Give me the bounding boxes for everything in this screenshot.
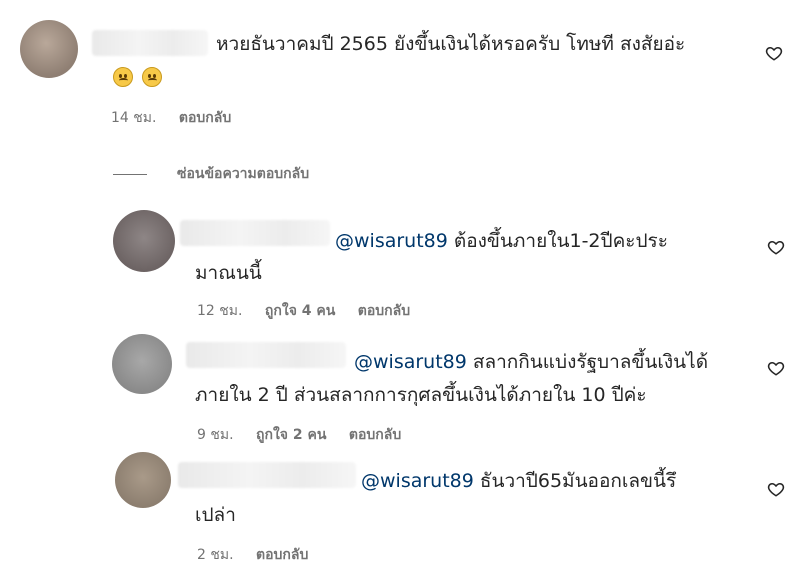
comment-meta: 12 ชม. ถูกใจ 4 คน ตอบกลับ — [197, 300, 428, 322]
username-blurred[interactable] — [180, 220, 330, 246]
username-blurred[interactable] — [186, 342, 346, 368]
reply-button[interactable]: ตอบกลับ — [179, 110, 231, 126]
comment-meta: 2 ชม. ตอบกลับ — [197, 544, 326, 566]
avatar[interactable] — [112, 334, 172, 394]
mention-link[interactable]: @wisarut89 — [335, 230, 448, 252]
likes-count-button[interactable]: ถูกใจ 4 คน — [265, 303, 335, 319]
avatar[interactable] — [115, 452, 171, 508]
comment-meta: 14 ชม. ตอบกลับ — [111, 107, 249, 129]
heart-outline-icon[interactable] — [765, 44, 783, 62]
timestamp: 12 ชม. — [197, 303, 243, 319]
reply-button[interactable]: ตอบกลับ — [256, 547, 308, 563]
comment-text: @wisarut89 สลากกินแบ่งรัฐบาลขึ้นเงินได้ — [354, 345, 754, 379]
mention-link[interactable]: @wisarut89 — [361, 470, 474, 492]
hide-replies-divider — [113, 174, 147, 175]
timestamp: 14 ชม. — [111, 110, 157, 126]
comment-text: @wisarut89 ธันวาปี65มันออกเลขนี้รึ — [361, 464, 761, 498]
reply-button[interactable]: ตอบกลับ — [358, 303, 410, 319]
comment-text-cont: ภายใน 2 ปี ส่วนสลากการกุศลขึ้นเงินได้ภาย… — [195, 378, 647, 412]
heart-outline-icon[interactable] — [767, 238, 785, 256]
comment-body: สลากกินแบ่งรัฐบาลขึ้นเงินได้ — [466, 351, 709, 373]
avatar[interactable] — [20, 20, 78, 78]
comment-body: หวยธันวาคมปี 2565 ยังขึ้นเงินได้หรอครับ … — [216, 33, 686, 55]
hide-replies-button[interactable]: ซ่อนข้อความตอบกลับ — [177, 163, 309, 185]
username-blurred[interactable] — [92, 30, 208, 56]
avatar[interactable] — [113, 210, 175, 272]
reply-button[interactable]: ตอบกลับ — [349, 427, 401, 443]
comment-text: @wisarut89 ต้องขึ้นภายใน1-2ปีคะประ — [335, 224, 755, 258]
comment-body: เปล่า — [195, 504, 236, 526]
worried-face-emoji — [113, 66, 133, 87]
comment-text-cont: เปล่า — [195, 498, 236, 532]
heart-outline-icon[interactable] — [767, 480, 785, 498]
timestamp: 2 ชม. — [197, 547, 234, 563]
comment-body: ภายใน 2 ปี ส่วนสลากการกุศลขึ้นเงินได้ภาย… — [195, 384, 647, 406]
comment-text: หวยธันวาคมปี 2565 ยังขึ้นเงินได้หรอครับ … — [216, 27, 756, 61]
likes-count-button[interactable]: ถูกใจ 2 คน — [256, 427, 326, 443]
comment-meta: 9 ชม. ถูกใจ 2 คน ตอบกลับ — [197, 424, 419, 446]
emoji-row — [113, 66, 166, 87]
comment-body: ต้องขึ้นภายใน1-2ปีคะประ — [447, 230, 668, 252]
comment-text-cont: มาณนนี้ — [195, 256, 262, 290]
mention-link[interactable]: @wisarut89 — [354, 351, 467, 373]
timestamp: 9 ชม. — [197, 427, 234, 443]
comment-body: มาณนนี้ — [195, 262, 262, 284]
comment-body: ธันวาปี65มันออกเลขนี้รึ — [473, 470, 677, 492]
username-blurred[interactable] — [178, 462, 356, 488]
heart-outline-icon[interactable] — [767, 359, 785, 377]
worried-face-emoji — [142, 66, 163, 87]
